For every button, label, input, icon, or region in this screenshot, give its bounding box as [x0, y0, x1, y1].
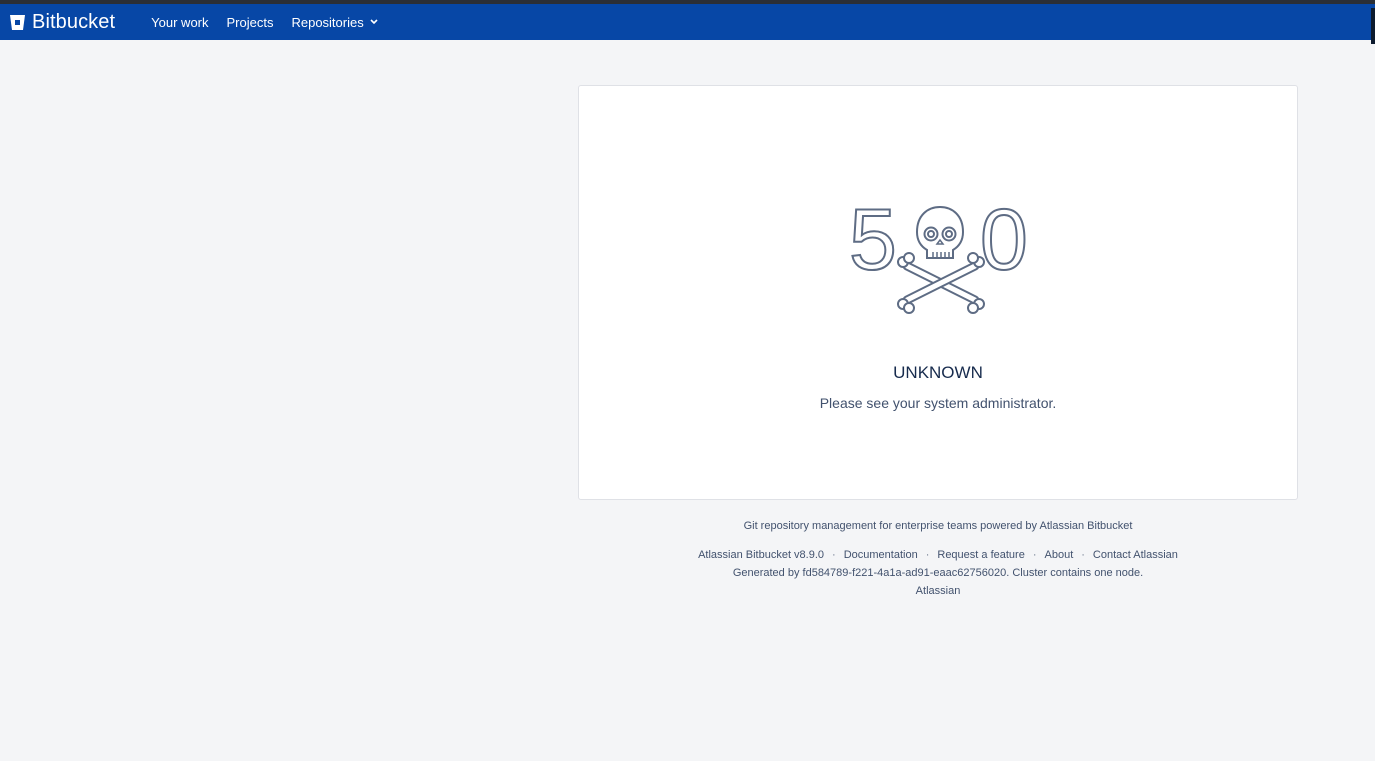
footer-link-version[interactable]: Atlassian Bitbucket v8.9.0: [698, 549, 824, 561]
footer-links: Atlassian Bitbucket v8.9.0 · Documentation…: [578, 546, 1298, 564]
bitbucket-logo-link[interactable]: Bitbucket: [9, 11, 115, 34]
error-panel: 5 0 UNKNOWN Please see your system admin…: [578, 85, 1298, 500]
bitbucket-bucket-icon: [10, 14, 25, 30]
footer-tagline: Git repository management for enterprise…: [743, 520, 1133, 532]
top-navigation-bar: Bitbucket Your work Projects Repositorie…: [0, 4, 1375, 44]
footer-link-request-feature[interactable]: Request a feature: [937, 549, 1024, 561]
nav-projects-label: Projects: [226, 14, 274, 30]
error-title: UNKNOWN: [893, 363, 983, 382]
footer-link-documentation[interactable]: Documentation: [844, 549, 918, 561]
error-500-illustration: 5 0: [848, 196, 1029, 314]
nav-your-work-label: Your work: [151, 14, 209, 30]
footer-separator: ·: [832, 549, 836, 561]
footer-link-about[interactable]: About: [1045, 549, 1074, 561]
page-footer: Git repository management for enterprise…: [578, 519, 1298, 600]
nav-repositories-label: Repositories: [291, 14, 364, 30]
error-code-left-digit: 5: [849, 196, 897, 288]
chevron-down-icon: [370, 19, 378, 25]
error-message: Please see your system administrator.: [819, 395, 1057, 411]
nav-repositories-dropdown[interactable]: Repositories: [291, 14, 378, 30]
footer-separator: ·: [1081, 549, 1085, 561]
footer-atlassian-brand[interactable]: Atlassian: [578, 582, 1298, 600]
footer-separator: ·: [925, 549, 930, 561]
app-name: Bitbucket: [32, 10, 116, 33]
skull-and-crossbones-icon: [897, 205, 985, 314]
footer-generated-info: Generated by fd584789-f221-4a1a-ad91-eaa…: [732, 567, 1144, 579]
window-right-edge: [1371, 8, 1375, 44]
footer-separator: ·: [1032, 549, 1037, 561]
error-code-right-digit: 0: [980, 196, 1028, 288]
nav-your-work[interactable]: Your work: [151, 15, 208, 30]
footer-link-contact-atlassian[interactable]: Contact Atlassian: [1093, 549, 1178, 561]
nav-projects[interactable]: Projects: [227, 15, 274, 30]
primary-nav: Your work Projects Repositories: [151, 15, 396, 30]
